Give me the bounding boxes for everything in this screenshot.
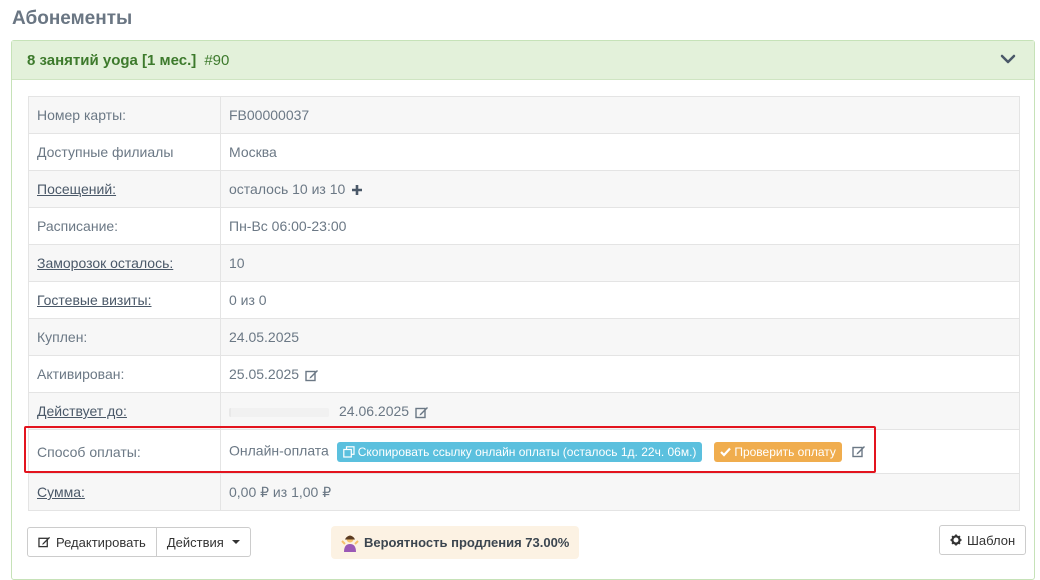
template-button-label: Шаблон: [967, 532, 1016, 548]
panel-header[interactable]: 8 занятий yoga [1 мес.] #90: [12, 41, 1034, 80]
row-valid-until: Действует до: 24.06.2025: [28, 392, 1020, 430]
link-valid-until[interactable]: Действует до:: [37, 403, 127, 419]
label-payment-method: Способ оплаты:: [28, 429, 221, 474]
value-purchased: 24.05.2025: [220, 318, 1020, 356]
row-purchased: Куплен: 24.05.2025: [28, 318, 1020, 356]
value-guest-visits: 0 из 0: [220, 281, 1020, 319]
edit-button-label: Редактировать: [56, 534, 146, 550]
info-table: Номер карты: FB00000037 Доступные филиал…: [28, 96, 1020, 511]
edit-button[interactable]: Редактировать: [27, 527, 157, 557]
value-visits: осталось 10 из 10: [229, 181, 346, 197]
check-payment-label: Проверить оплату: [734, 444, 836, 459]
pencil-square-icon[interactable]: [852, 445, 866, 458]
actions-dropdown-button[interactable]: Действия: [156, 527, 251, 557]
row-branches: Доступные филиалы Москва: [28, 133, 1020, 171]
link-freezes[interactable]: Заморозок осталось:: [37, 255, 173, 271]
label-activated: Активирован:: [28, 355, 221, 393]
check-payment-button[interactable]: Проверить оплату: [714, 441, 842, 462]
value-valid-until: 24.06.2025: [339, 403, 410, 419]
footer-button-group: Редактировать Действия: [27, 527, 251, 557]
plus-icon[interactable]: [351, 184, 363, 196]
label-card-number: Номер карты:: [28, 96, 221, 134]
subscription-panel: 8 занятий yoga [1 мес.] #90 Номер карты:…: [11, 40, 1035, 580]
value-payment-method: Онлайн-оплата: [229, 442, 329, 459]
check-icon: [720, 447, 732, 457]
caret-down-icon: [231, 540, 240, 544]
label-schedule: Расписание:: [28, 207, 221, 245]
validity-progress-fill: [229, 407, 231, 417]
copy-icon: [342, 445, 355, 458]
subscription-name: 8 занятий yoga [1 мес.]: [27, 51, 197, 69]
template-button[interactable]: Шаблон: [939, 525, 1027, 555]
gear-icon: [950, 534, 962, 546]
value-amount: 0,00 ₽ из 1,00 ₽: [220, 473, 1020, 511]
row-schedule: Расписание: Пн-Вс 06:00-23:00: [28, 207, 1020, 245]
label-purchased: Куплен:: [28, 318, 221, 356]
shrug-emoji-icon: [341, 535, 359, 552]
row-visits: Посещений: осталось 10 из 10: [28, 170, 1020, 208]
page-title: Абонементы: [12, 8, 133, 29]
edit-icon[interactable]: [305, 369, 319, 382]
value-branches: Москва: [220, 133, 1020, 171]
subscription-number: #90: [204, 51, 230, 69]
edit-icon: [38, 536, 51, 548]
row-freezes: Заморозок осталось: 10: [28, 244, 1020, 282]
link-amount[interactable]: Сумма:: [37, 484, 85, 500]
label-branches: Доступные филиалы: [28, 133, 221, 171]
edit-icon[interactable]: [415, 406, 429, 419]
row-amount: Сумма: 0,00 ₽ из 1,00 ₽: [28, 473, 1020, 511]
value-freezes: 10: [220, 244, 1020, 282]
actions-button-label: Действия: [166, 534, 224, 550]
row-guest-visits: Гостевые визиты: 0 из 0: [28, 281, 1020, 319]
chevron-down-icon[interactable]: [1000, 51, 1016, 67]
copy-payment-link-label: Скопировать ссылку онлайн оплаты (остало…: [357, 444, 697, 459]
link-guest-visits[interactable]: Гостевые визиты:: [37, 292, 152, 308]
link-visits[interactable]: Посещений:: [37, 181, 116, 197]
copy-payment-link-button[interactable]: Скопировать ссылку онлайн оплаты (остало…: [336, 441, 703, 462]
row-card-number: Номер карты: FB00000037: [28, 96, 1020, 134]
row-activated: Активирован: 25.05.2025: [28, 355, 1020, 393]
row-payment-method: Способ оплаты: Онлайн-оплата Скопировать…: [28, 429, 1020, 474]
value-schedule: Пн-Вс 06:00-23:00: [220, 207, 1020, 245]
renewal-probability-text: Вероятность продления 73.00%: [364, 535, 570, 550]
value-card-number: FB00000037: [220, 96, 1020, 134]
value-activated: 25.05.2025: [229, 366, 300, 382]
validity-progress-bar: [229, 407, 329, 417]
renewal-probability-badge: Вероятность продления 73.00%: [331, 526, 580, 559]
